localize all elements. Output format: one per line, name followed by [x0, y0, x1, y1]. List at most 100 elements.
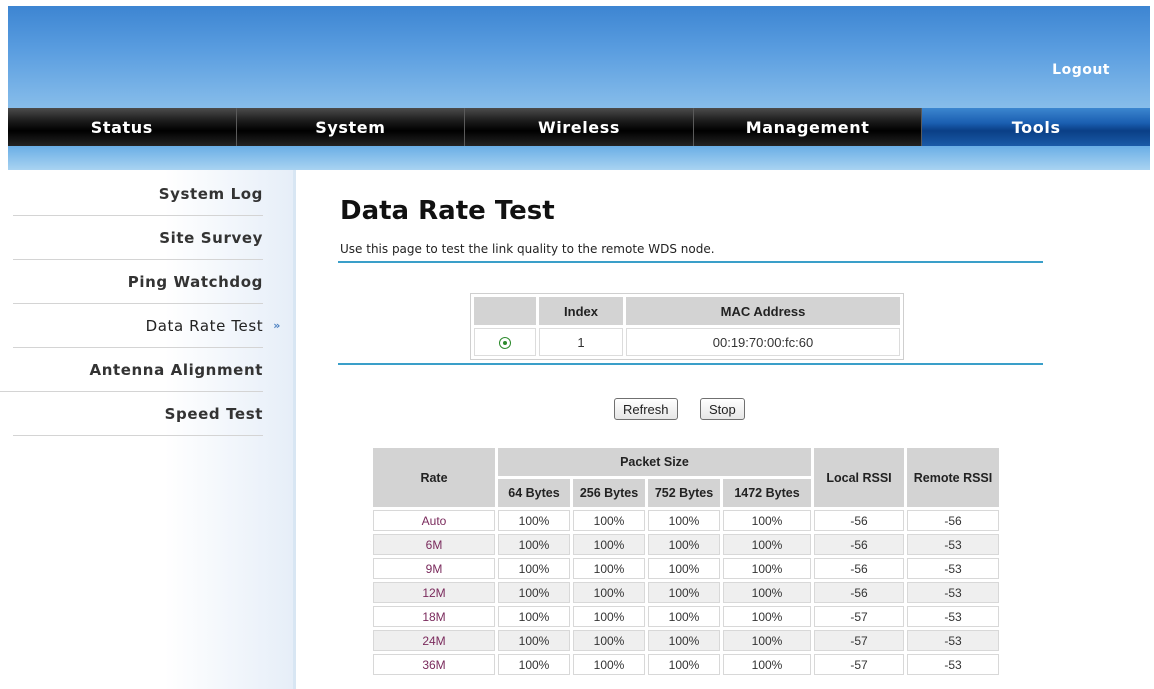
- table-row: 36M 100% 100% 100% 100% -57 -53: [373, 654, 999, 675]
- table-row: 24M 100% 100% 100% 100% -57 -53: [373, 630, 999, 651]
- nav-tab-tools[interactable]: Tools: [922, 108, 1150, 146]
- rate-cell: 6M: [373, 534, 495, 555]
- packet-752-cell: 100%: [648, 510, 720, 531]
- remote-rssi-cell: -53: [907, 606, 999, 627]
- packet-752-cell: 100%: [648, 558, 720, 579]
- packet-1472-cell: 100%: [723, 582, 811, 603]
- sidebar-item-label: System Log: [158, 184, 263, 203]
- packet-256-cell: 100%: [573, 510, 645, 531]
- column-header-rate: Rate: [373, 448, 495, 507]
- rate-cell: 18M: [373, 606, 495, 627]
- remote-rssi-cell: -53: [907, 582, 999, 603]
- packet-752-cell: 100%: [648, 606, 720, 627]
- remote-rssi-cell: -56: [907, 510, 999, 531]
- packet-1472-cell: 100%: [723, 510, 811, 531]
- sidebar-item-site-survey[interactable]: Site Survey: [13, 216, 263, 260]
- main-nav: Status System Wireless Management Tools: [8, 108, 1150, 146]
- rate-cell: 12M: [373, 582, 495, 603]
- local-rssi-cell: -56: [814, 558, 904, 579]
- column-header-select: [474, 297, 536, 325]
- sidebar-item-label: Antenna Alignment: [89, 360, 263, 379]
- remote-rssi-cell: -53: [907, 558, 999, 579]
- sub-nav-bar: [8, 146, 1150, 170]
- index-cell: 1: [539, 328, 623, 356]
- mac-address-cell: 00:19:70:00:fc:60: [626, 328, 900, 356]
- packet-752-cell: 100%: [648, 654, 720, 675]
- table-row: 6M 100% 100% 100% 100% -56 -53: [373, 534, 999, 555]
- packet-1472-cell: 100%: [723, 630, 811, 651]
- rate-cell: Auto: [373, 510, 495, 531]
- divider: [338, 363, 1043, 365]
- select-cell: [474, 328, 536, 356]
- column-header-64-bytes: 64 Bytes: [498, 479, 570, 507]
- table-row: 9M 100% 100% 100% 100% -56 -53: [373, 558, 999, 579]
- data-rate-table: Rate Packet Size Local RSSI Remote RSSI …: [370, 445, 1002, 678]
- table-row: 18M 100% 100% 100% 100% -57 -53: [373, 606, 999, 627]
- rate-cell: 36M: [373, 654, 495, 675]
- nav-tab-wireless[interactable]: Wireless: [465, 108, 694, 146]
- table-row: 1 00:19:70:00:fc:60: [474, 328, 900, 356]
- sidebar: System Log Site Survey Ping Watchdog Dat…: [0, 170, 296, 689]
- local-rssi-cell: -57: [814, 630, 904, 651]
- packet-64-cell: 100%: [498, 582, 570, 603]
- sidebar-item-speed-test[interactable]: Speed Test: [13, 392, 263, 436]
- packet-752-cell: 100%: [648, 582, 720, 603]
- packet-64-cell: 100%: [498, 606, 570, 627]
- nav-tab-management[interactable]: Management: [694, 108, 923, 146]
- divider: [338, 261, 1043, 263]
- column-header-mac-address: MAC Address: [626, 297, 900, 325]
- sidebar-item-data-rate-test[interactable]: Data Rate Test »: [13, 304, 280, 348]
- local-rssi-cell: -57: [814, 606, 904, 627]
- sidebar-item-system-log[interactable]: System Log: [13, 172, 263, 216]
- remote-rssi-cell: -53: [907, 534, 999, 555]
- page-title: Data Rate Test: [340, 196, 555, 226]
- remote-rssi-cell: -53: [907, 654, 999, 675]
- packet-256-cell: 100%: [573, 558, 645, 579]
- packet-256-cell: 100%: [573, 654, 645, 675]
- logout-link[interactable]: Logout: [1052, 62, 1110, 78]
- column-header-752-bytes: 752 Bytes: [648, 479, 720, 507]
- nav-tab-system[interactable]: System: [237, 108, 466, 146]
- sidebar-item-antenna-alignment[interactable]: Antenna Alignment: [0, 348, 263, 392]
- refresh-button[interactable]: Refresh: [614, 398, 678, 420]
- table-header-row: Rate Packet Size Local RSSI Remote RSSI: [373, 448, 999, 507]
- packet-64-cell: 100%: [498, 654, 570, 675]
- column-header-256-bytes: 256 Bytes: [573, 479, 645, 507]
- packet-64-cell: 100%: [498, 534, 570, 555]
- packet-1472-cell: 100%: [723, 606, 811, 627]
- packet-64-cell: 100%: [498, 630, 570, 651]
- packet-256-cell: 100%: [573, 606, 645, 627]
- packet-256-cell: 100%: [573, 534, 645, 555]
- node-select-radio[interactable]: [499, 337, 511, 350]
- sidebar-item-label: Speed Test: [164, 404, 263, 423]
- packet-256-cell: 100%: [573, 582, 645, 603]
- remote-rssi-cell: -53: [907, 630, 999, 651]
- packet-64-cell: 100%: [498, 558, 570, 579]
- page-description: Use this page to test the link quality t…: [340, 242, 715, 256]
- table-row: 12M 100% 100% 100% 100% -56 -53: [373, 582, 999, 603]
- sidebar-item-label: Ping Watchdog: [127, 272, 263, 291]
- sidebar-item-label: Site Survey: [159, 228, 263, 247]
- nav-tab-status[interactable]: Status: [8, 108, 237, 146]
- table-header-row: Index MAC Address: [474, 297, 900, 325]
- local-rssi-cell: -56: [814, 510, 904, 531]
- sidebar-item-ping-watchdog[interactable]: Ping Watchdog: [13, 260, 263, 304]
- packet-752-cell: 100%: [648, 630, 720, 651]
- column-header-1472-bytes: 1472 Bytes: [723, 479, 811, 507]
- header-banner: Logout: [8, 6, 1150, 108]
- packet-1472-cell: 100%: [723, 558, 811, 579]
- column-header-packet-size: Packet Size: [498, 448, 811, 476]
- stop-button[interactable]: Stop: [700, 398, 745, 420]
- local-rssi-cell: -57: [814, 654, 904, 675]
- packet-1472-cell: 100%: [723, 654, 811, 675]
- packet-64-cell: 100%: [498, 510, 570, 531]
- local-rssi-cell: -56: [814, 534, 904, 555]
- packet-752-cell: 100%: [648, 534, 720, 555]
- wds-node-table: Index MAC Address 1 00:19:70:00:fc:60: [470, 293, 904, 360]
- packet-1472-cell: 100%: [723, 534, 811, 555]
- column-header-remote-rssi: Remote RSSI: [907, 448, 999, 507]
- double-chevron-right-icon: »: [273, 319, 281, 332]
- rate-cell: 24M: [373, 630, 495, 651]
- table-row: Auto 100% 100% 100% 100% -56 -56: [373, 510, 999, 531]
- rate-cell: 9M: [373, 558, 495, 579]
